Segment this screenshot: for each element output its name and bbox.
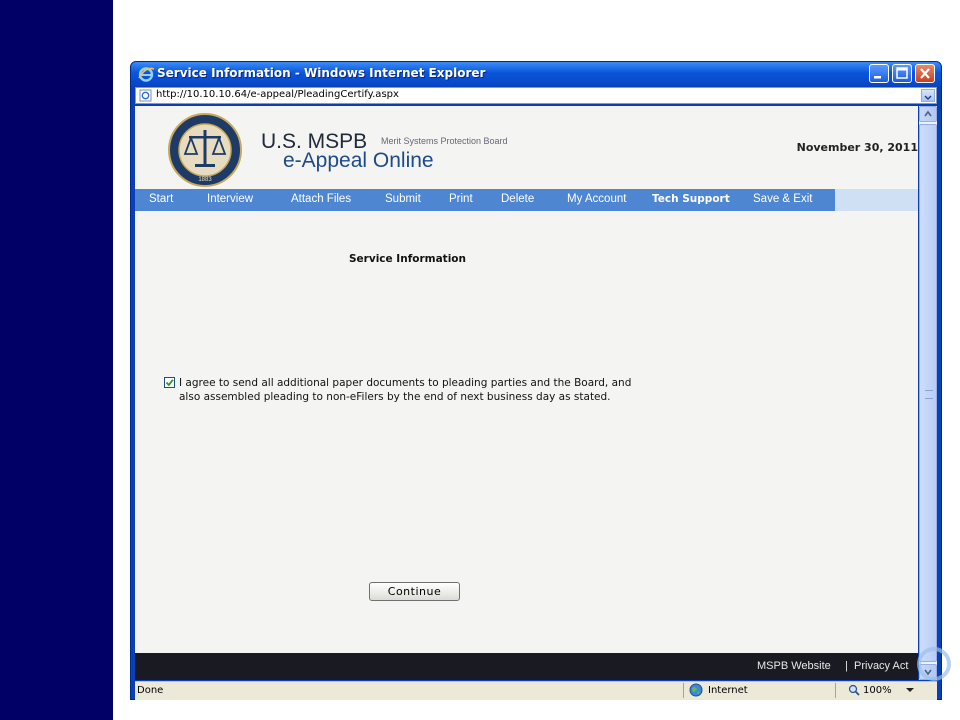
vertical-scrollbar[interactable] [919,106,937,680]
agreement-text-line2: also assembled pleading to non-eFilers b… [179,391,611,403]
security-zone: Internet [708,685,748,696]
nav-item-delete[interactable]: Delete [501,193,534,205]
checkmark-icon [165,379,174,387]
site-footer: MSPB Website | Privacy Act [135,653,918,680]
agreement-text-line1: I agree to send all additional paper doc… [179,377,632,389]
product-name: e-Appeal Online [283,149,434,172]
corner-watermark-icon [917,647,951,681]
status-text: Done [137,685,164,696]
scrollbar-grip [925,390,933,399]
nav-item-interview[interactable]: Interview [207,193,253,205]
address-text[interactable]: http://10.10.10.64/e-appeal/PleadingCert… [156,89,399,100]
main-nav: Start Interview Attach Files Submit Prin… [135,189,918,211]
chevron-up-icon [924,110,932,117]
nav-item-submit[interactable]: Submit [385,193,421,205]
ie-logo-icon [138,67,155,82]
nav-item-attach-files[interactable]: Attach Files [291,193,351,205]
nav-item-my-account[interactable]: My Account [567,193,626,205]
form-title: Service Information [349,253,466,265]
nav-item-start[interactable]: Start [149,193,173,205]
status-divider [683,683,684,698]
page-icon [139,89,152,102]
minimize-icon [874,76,881,79]
maximize-icon [896,67,908,79]
mspb-seal-logo: 1883 [168,113,242,187]
scroll-up-button[interactable] [919,106,937,122]
status-divider [835,683,836,698]
seal-year: 1883 [198,177,212,183]
nav-item-print[interactable]: Print [449,193,473,205]
internet-globe-icon [689,683,703,697]
continue-button[interactable]: Continue [369,582,460,601]
nav-item-tech-support[interactable]: Tech Support [652,193,730,205]
address-bar[interactable]: http://10.10.10.64/e-appeal/PleadingCert… [135,87,937,104]
mspb-website-link[interactable]: MSPB Website [757,660,831,672]
maximize-button[interactable] [892,64,912,83]
close-button[interactable] [915,64,935,83]
site-header: 1883 U.S. MSPB Merit Systems Protection … [135,106,918,188]
close-icon [920,68,930,79]
scrollbar-thumb[interactable] [919,124,937,662]
status-bar: Done Internet 100% [135,681,937,700]
window-title: Service Information - Windows Internet E… [157,66,486,80]
chevron-down-icon [924,95,932,101]
ie-window: Service Information - Windows Internet E… [130,61,942,700]
zoom-icon [848,684,860,696]
page-content: 1883 U.S. MSPB Merit Systems Protection … [135,106,918,680]
agreement-checkbox[interactable] [164,377,175,388]
nav-item-save-exit[interactable]: Save & Exit [753,193,812,205]
address-dropdown-button[interactable] [921,89,935,102]
current-date: November 30, 2011 [796,141,918,154]
zoom-level[interactable]: 100% [863,685,892,696]
slide-left-band [0,0,113,720]
window-titlebar: Service Information - Windows Internet E… [131,62,941,86]
brand-subtitle: Merit Systems Protection Board [381,136,508,146]
footer-separator: | [845,660,848,672]
minimize-button[interactable] [869,64,889,83]
